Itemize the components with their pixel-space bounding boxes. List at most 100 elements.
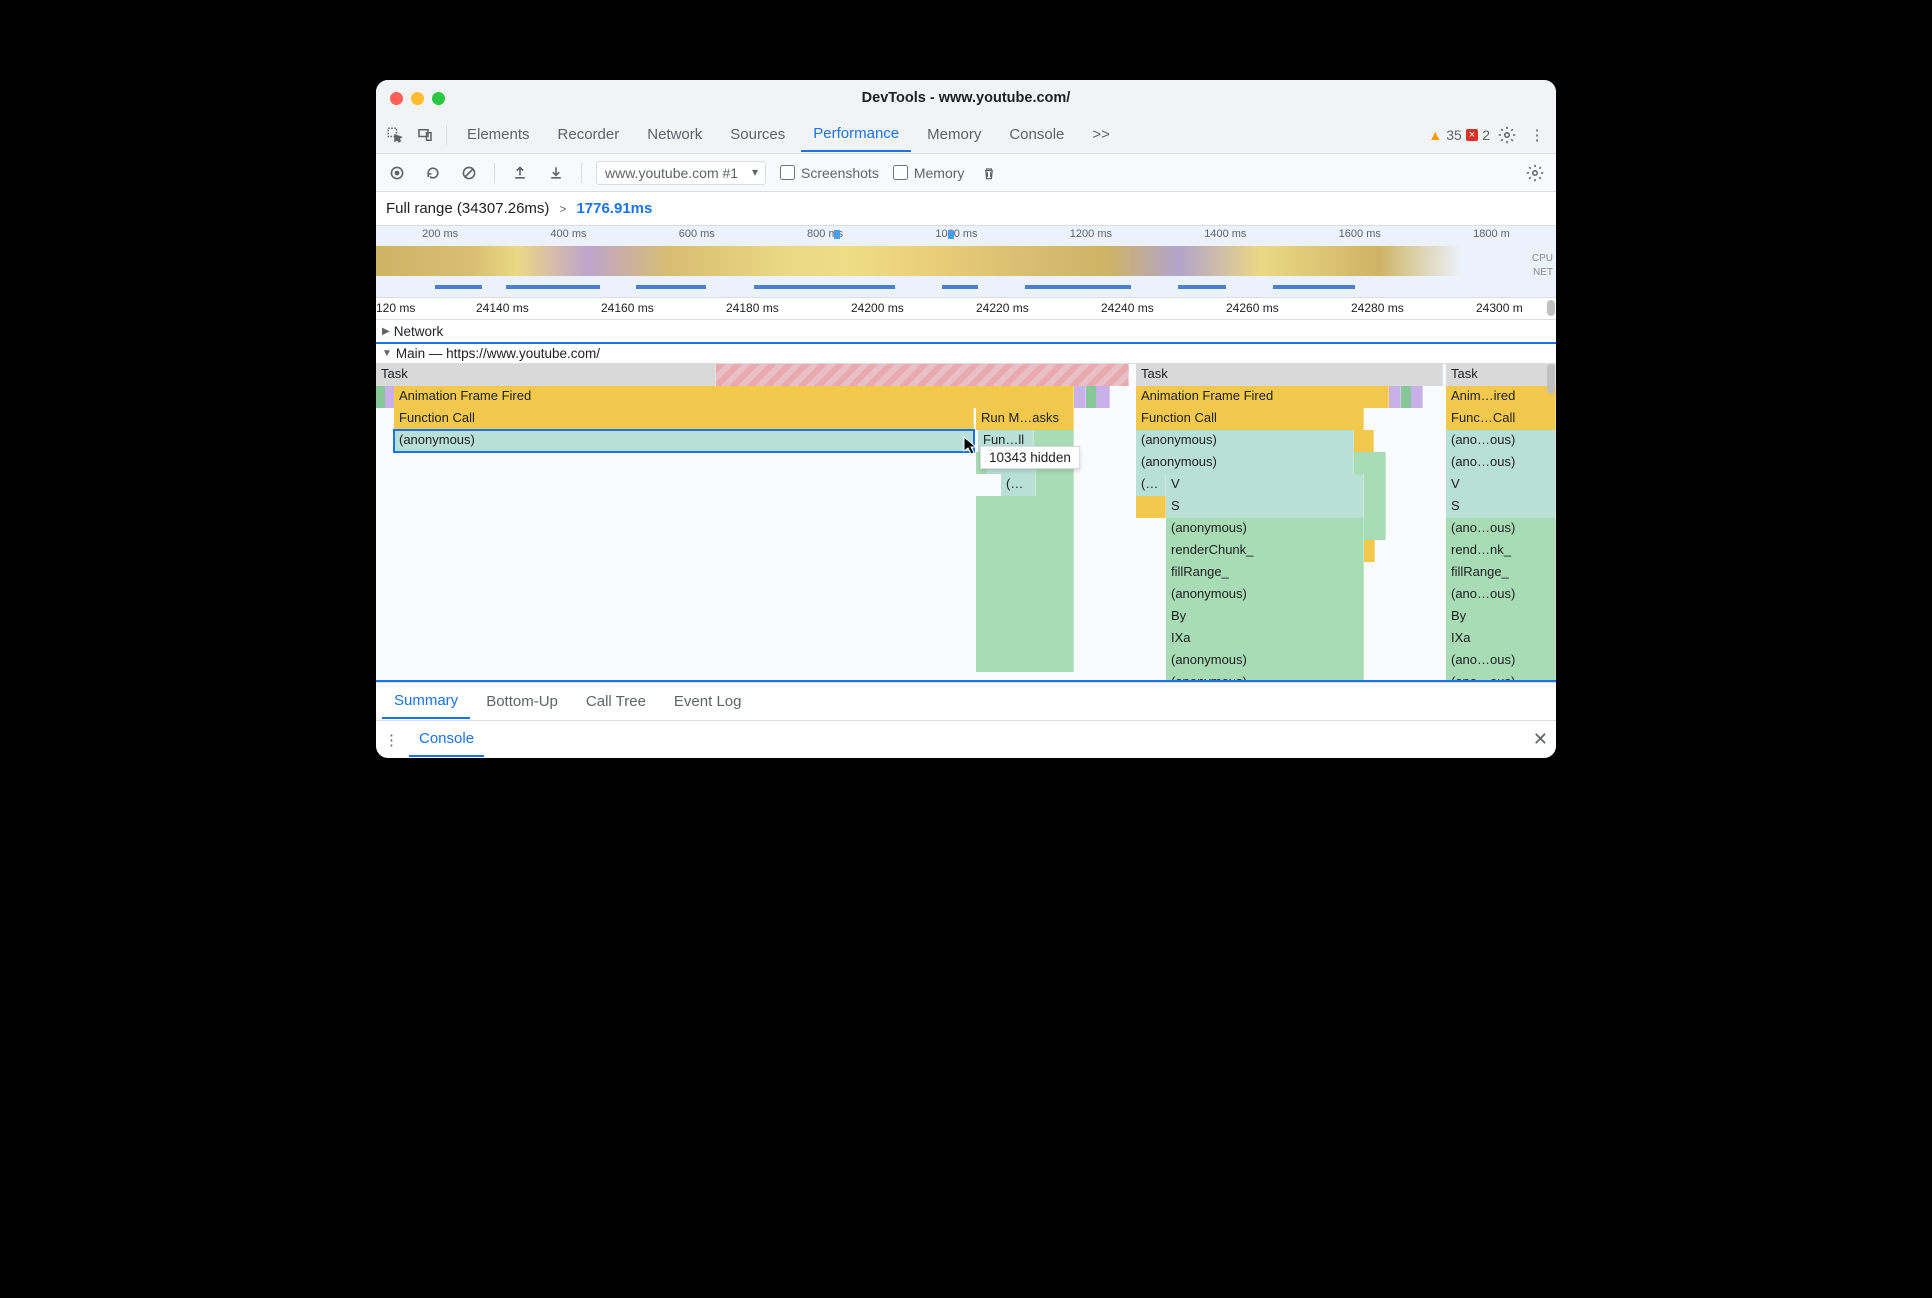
memory-input[interactable] — [893, 165, 908, 180]
flame-animation-frame[interactable]: Anim…ired — [1446, 386, 1556, 408]
overview-timeline[interactable]: 200 ms 400 ms 600 ms 800 ms 1000 ms 1200… — [376, 226, 1556, 298]
flame-anonymous[interactable]: (ano…ous) — [1446, 452, 1556, 474]
flame-s[interactable]: S — [1166, 496, 1364, 518]
flame-task[interactable]: Task — [376, 364, 716, 386]
flame-animation-frame[interactable]: Animation Frame Fired — [1136, 386, 1389, 408]
tab-call-tree[interactable]: Call Tree — [574, 685, 658, 718]
tab-bottom-up[interactable]: Bottom-Up — [474, 685, 570, 718]
profile-select[interactable]: www.youtube.com #1 — [596, 161, 766, 185]
flame-anonymous[interactable]: (anonymous) — [1166, 672, 1364, 682]
flame-bar[interactable] — [976, 562, 1074, 584]
minimize-button[interactable] — [411, 92, 424, 105]
flame-bar[interactable] — [976, 496, 1074, 518]
flame-run-microtasks[interactable]: Run M…asks — [976, 408, 1074, 430]
flame-bar[interactable] — [1389, 386, 1401, 408]
flame-bar[interactable] — [976, 584, 1074, 606]
clear-button[interactable] — [458, 162, 480, 184]
flame-bar[interactable] — [1096, 386, 1110, 408]
panel-settings-icon[interactable] — [1524, 162, 1546, 184]
tab-overflow[interactable]: >> — [1080, 118, 1122, 151]
flame-anonymous[interactable]: (anonymous) — [1166, 518, 1364, 540]
tab-elements[interactable]: Elements — [455, 118, 542, 151]
inspect-icon[interactable] — [382, 122, 408, 148]
screenshots-checkbox[interactable]: Screenshots — [780, 165, 879, 181]
upload-icon[interactable] — [509, 162, 531, 184]
tab-network[interactable]: Network — [635, 118, 714, 151]
flame-bar[interactable] — [976, 540, 1074, 562]
breadcrumb-selected-range[interactable]: 1776.91ms — [576, 200, 652, 217]
detail-ruler[interactable]: 120 ms 24140 ms 24160 ms 24180 ms 24200 … — [376, 298, 1556, 320]
flame-bar[interactable] — [976, 606, 1074, 628]
flame-bar[interactable] — [1074, 386, 1086, 408]
flame-task[interactable]: Task — [1136, 364, 1443, 386]
disclosure-right-icon[interactable]: ▶ — [382, 326, 390, 337]
flame-anonymous[interactable]: (ano…ous) — [1446, 650, 1556, 672]
tab-summary[interactable]: Summary — [382, 684, 470, 719]
tab-console[interactable]: Console — [997, 118, 1076, 151]
disclosure-down-icon[interactable]: ▼ — [382, 348, 392, 359]
tab-recorder[interactable]: Recorder — [546, 118, 632, 151]
close-drawer-icon[interactable]: ✕ — [1533, 729, 1548, 750]
flame-by[interactable]: By — [1446, 606, 1556, 628]
flame-anonymous[interactable]: (anonymous) — [1136, 452, 1354, 474]
errors-indicator[interactable]: × 2 — [1466, 127, 1490, 143]
flame-bar[interactable] — [1364, 518, 1386, 540]
garbage-collect-icon[interactable] — [978, 162, 1000, 184]
flame-anonymous-selected[interactable]: (anonymous) — [394, 430, 974, 452]
warnings-indicator[interactable]: ▲ 35 — [1428, 127, 1461, 143]
flame-function-call[interactable]: Function Call — [1136, 408, 1364, 430]
flame-chart[interactable]: Task Task Task Animation Frame Fired Ani… — [376, 364, 1556, 682]
flame-bar[interactable] — [1036, 474, 1074, 496]
flame-function-call[interactable]: Func…Call — [1446, 408, 1556, 430]
screenshots-input[interactable] — [780, 165, 795, 180]
flame-bar[interactable] — [976, 518, 1074, 540]
flame-bar[interactable] — [1411, 386, 1423, 408]
settings-icon[interactable] — [1494, 122, 1520, 148]
drawer-tab-console[interactable]: Console — [409, 722, 484, 757]
flame-fill-range[interactable]: fillRange_ — [1166, 562, 1364, 584]
flame-render-chunk[interactable]: rend…nk_ — [1446, 540, 1556, 562]
flame-ixa[interactable]: IXa — [1166, 628, 1364, 650]
main-track-header[interactable]: ▼ Main — https://www.youtube.com/ — [376, 342, 1556, 364]
device-toggle-icon[interactable] — [412, 122, 438, 148]
flame-ixa[interactable]: IXa — [1446, 628, 1556, 650]
memory-checkbox[interactable]: Memory — [893, 165, 965, 181]
flame-bar[interactable] — [1354, 452, 1386, 474]
flame-anonymous[interactable]: (anonymous) — [1166, 584, 1364, 606]
flame-anonymous[interactable]: (ano…ous) — [1446, 672, 1556, 682]
flame-bar[interactable] — [976, 650, 1074, 672]
flame-bar[interactable] — [1364, 496, 1386, 518]
flame-bar[interactable] — [976, 628, 1074, 650]
network-track-header[interactable]: ▶ Network — [376, 320, 1556, 342]
flame-paren[interactable]: (… — [1001, 474, 1036, 496]
flame-bar[interactable] — [1136, 496, 1166, 518]
flame-by[interactable]: By — [1166, 606, 1364, 628]
tab-memory[interactable]: Memory — [915, 118, 993, 151]
flame-bar[interactable] — [1364, 474, 1386, 496]
flame-task[interactable]: Task — [1446, 364, 1556, 386]
flame-v[interactable]: V — [1166, 474, 1364, 496]
flame-s[interactable]: S — [1446, 496, 1556, 518]
flame-anonymous[interactable]: (anonymous) — [1136, 430, 1354, 452]
flame-anonymous[interactable]: (ano…ous) — [1446, 584, 1556, 606]
flame-animation-frame[interactable]: Animation Frame Fired — [394, 386, 1074, 408]
flame-anonymous[interactable]: (ano…ous) — [1446, 518, 1556, 540]
flame-bar[interactable] — [1364, 540, 1375, 562]
drawer-kebab-icon[interactable]: ⋮ — [384, 731, 399, 749]
flame-paren[interactable]: (… — [1136, 474, 1166, 496]
flame-function-call[interactable]: Function Call — [394, 408, 974, 430]
flame-v[interactable]: V — [1446, 474, 1556, 496]
breadcrumb-full-range[interactable]: Full range (34307.26ms) — [386, 200, 549, 217]
tab-sources[interactable]: Sources — [718, 118, 797, 151]
flame-anonymous[interactable]: (anonymous) — [1166, 650, 1364, 672]
scrollbar[interactable] — [1547, 300, 1555, 316]
flame-task-long[interactable] — [716, 364, 1129, 386]
download-icon[interactable] — [545, 162, 567, 184]
flame-fill-range[interactable]: fillRange_ — [1446, 562, 1556, 584]
maximize-button[interactable] — [432, 92, 445, 105]
record-button[interactable] — [386, 162, 408, 184]
tab-performance[interactable]: Performance — [801, 117, 911, 152]
titlebar[interactable]: DevTools - www.youtube.com/ — [376, 80, 1556, 116]
flame-render-chunk[interactable]: renderChunk_ — [1166, 540, 1364, 562]
scrollbar[interactable] — [1547, 364, 1555, 394]
